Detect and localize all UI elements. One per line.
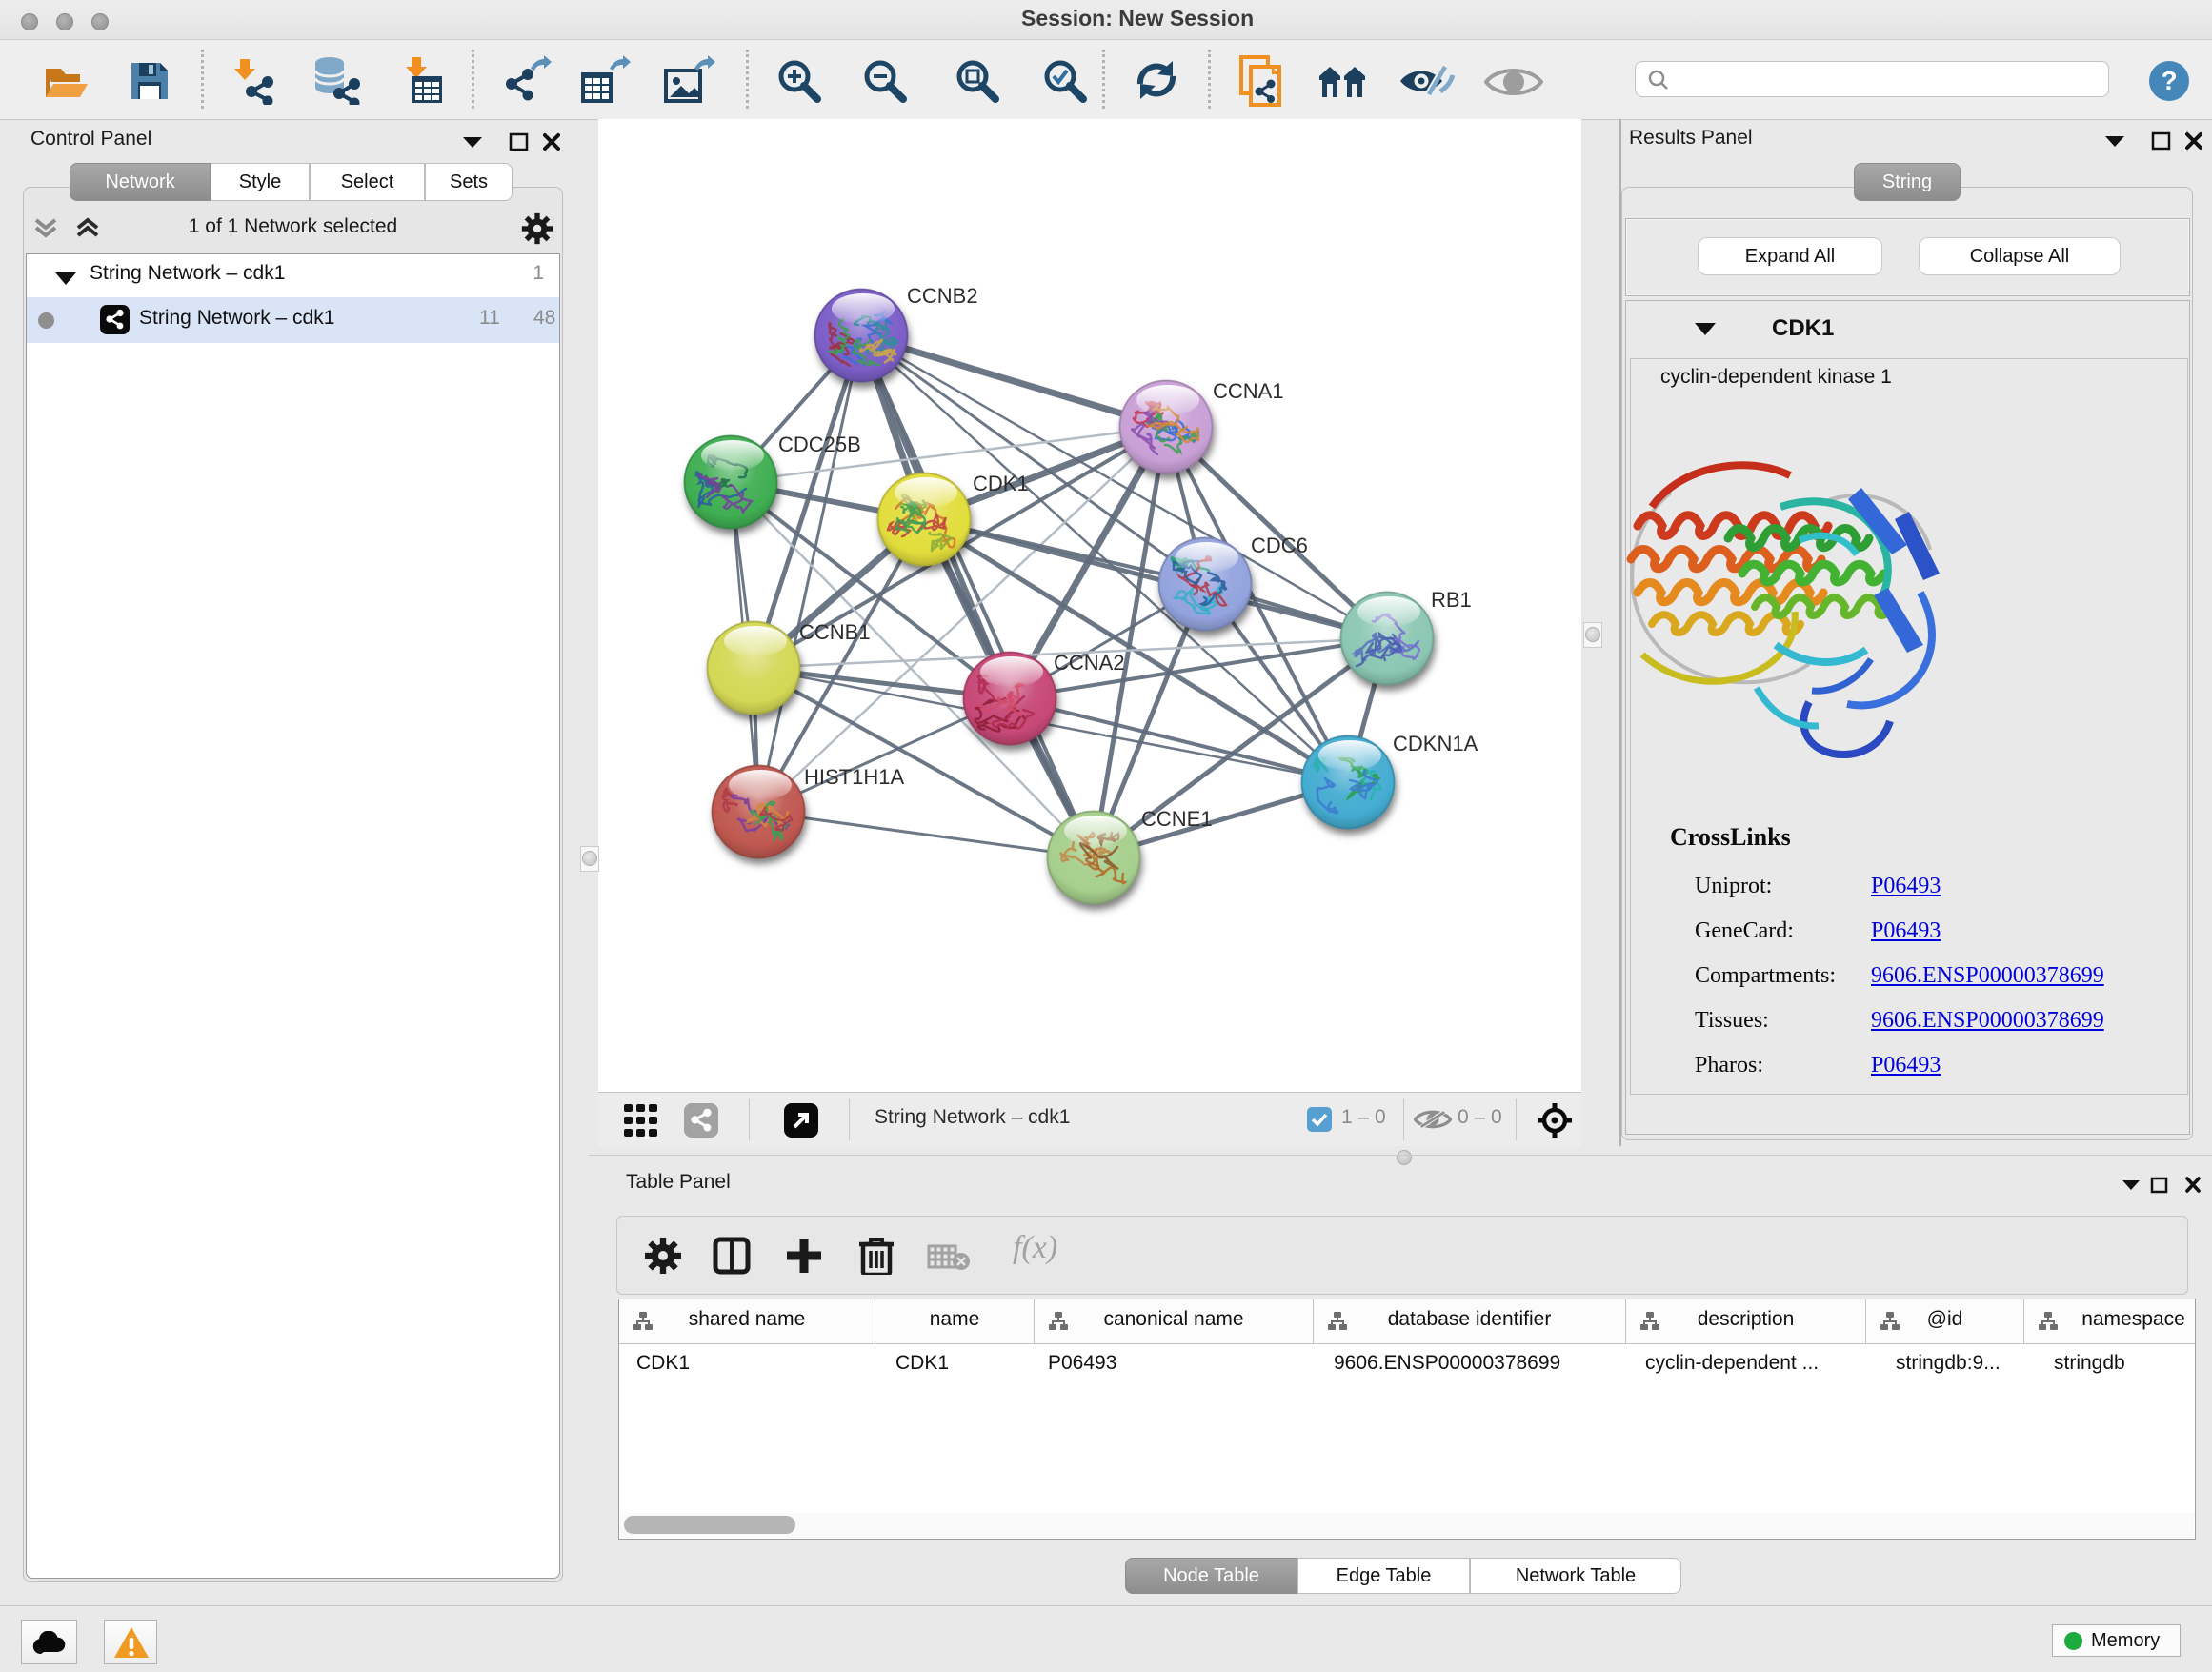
svg-text:CDC25B: CDC25B [778,433,861,456]
svg-text:CDC6: CDC6 [1251,534,1308,557]
svg-text:RB1: RB1 [1431,588,1472,612]
svg-text:CCNA1: CCNA1 [1213,379,1284,403]
svg-text:CDKN1A: CDKN1A [1393,732,1478,755]
svg-text:CCNA2: CCNA2 [1054,651,1125,675]
svg-text:?: ? [2161,66,2177,95]
svg-text:CCNB1: CCNB1 [799,620,871,644]
svg-text:CCNB2: CCNB2 [907,284,978,308]
svg-text:CDK1: CDK1 [973,472,1029,495]
svg-text:HIST1H1A: HIST1H1A [804,765,904,789]
svg-text:CCNE1: CCNE1 [1141,807,1213,831]
